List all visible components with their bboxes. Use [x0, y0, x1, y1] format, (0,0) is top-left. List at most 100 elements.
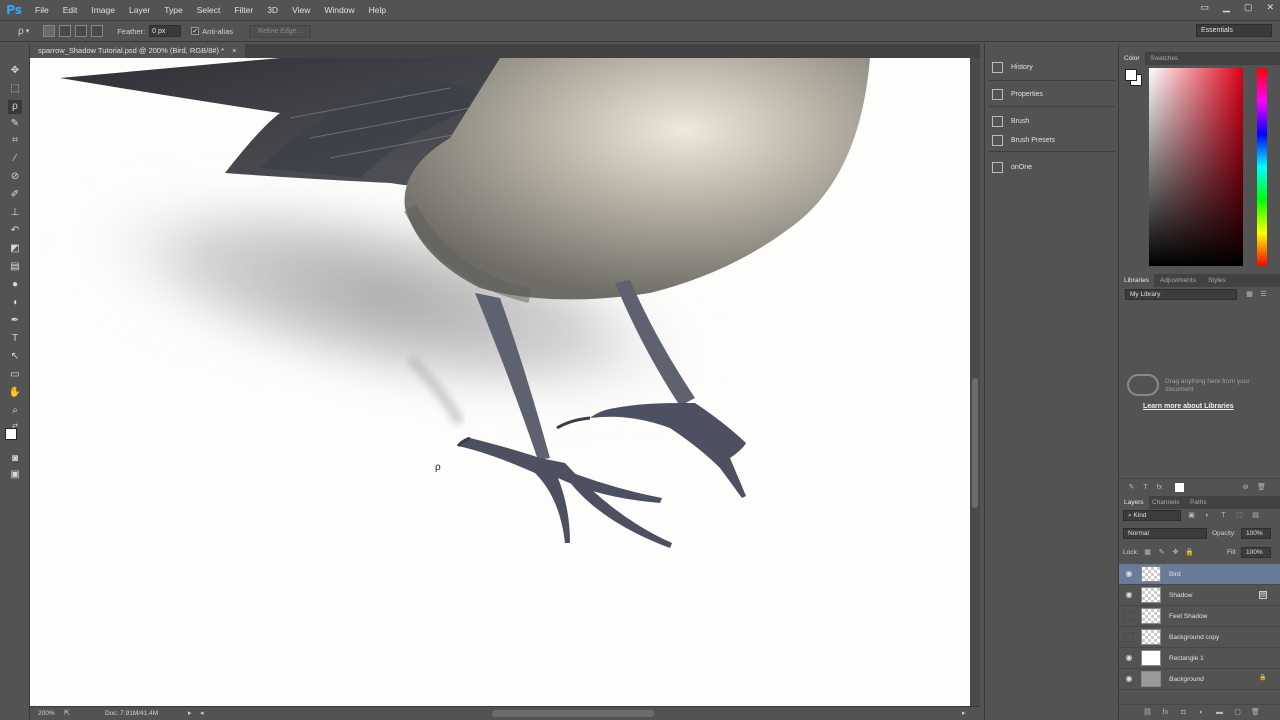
add-text-icon[interactable]: T [1141, 483, 1150, 492]
menu-edit[interactable]: Edit [56, 5, 85, 15]
fill-input[interactable]: 100% [1241, 547, 1271, 558]
visibility-eye-icon[interactable]: ◉ [1124, 674, 1134, 684]
tab-adjustments[interactable]: Adjustments [1155, 274, 1201, 287]
history-panel-button[interactable]: History [989, 58, 1115, 76]
gradient-tool-icon[interactable]: ▤ [8, 260, 22, 274]
tab-styles[interactable]: Styles [1203, 274, 1231, 287]
trash-icon[interactable]: 🗑 [1257, 483, 1266, 492]
vertical-scroll-thumb[interactable] [972, 378, 978, 508]
maximize-icon[interactable]: ▢ [1244, 2, 1253, 13]
filter-smart-object-icon[interactable]: ▤ [1251, 511, 1260, 520]
menu-file[interactable]: File [28, 5, 56, 15]
export-icon[interactable]: ⇱ [64, 709, 70, 717]
close-tab-icon[interactable]: × [232, 46, 236, 55]
menu-select[interactable]: Select [190, 5, 228, 15]
tab-paths[interactable]: Paths [1185, 496, 1212, 509]
pen-tool-icon[interactable]: ✒ [8, 314, 22, 328]
filter-pixel-icon[interactable]: ▣ [1187, 511, 1196, 520]
lock-all-icon[interactable]: 🔒 [1185, 548, 1194, 557]
play-icon[interactable]: ▸ [188, 709, 192, 717]
arrange-documents-icon[interactable]: ▭ [1201, 2, 1210, 13]
zoom-level[interactable]: 200% [38, 710, 55, 717]
add-mask-icon[interactable]: ◘ [1179, 708, 1188, 717]
tab-channels[interactable]: Channels [1147, 496, 1184, 509]
foreground-color-swatch[interactable] [5, 428, 17, 440]
horizontal-scroll-thumb[interactable] [492, 710, 654, 717]
dodge-tool-icon[interactable]: ◖ [8, 296, 22, 310]
healing-brush-tool-icon[interactable]: ⊘ [8, 170, 22, 184]
intersect-selection-icon[interactable] [91, 25, 104, 37]
menu-layer[interactable]: Layer [122, 5, 157, 15]
brush-presets-panel-button[interactable]: Brush Presets [989, 131, 1115, 149]
type-tool-icon[interactable]: T [8, 332, 22, 346]
menu-window[interactable]: Window [317, 5, 361, 15]
add-selection-icon[interactable] [59, 25, 72, 37]
feather-input[interactable]: 0 px [149, 25, 182, 37]
layer-style-icon[interactable]: fx [1161, 708, 1170, 717]
opacity-input[interactable]: 100% [1241, 528, 1271, 539]
new-selection-icon[interactable] [43, 25, 56, 37]
link-layers-icon[interactable]: ⛓ [1143, 708, 1152, 717]
add-style-icon[interactable]: fx [1155, 483, 1164, 492]
visibility-eye-icon[interactable] [1124, 632, 1134, 642]
delete-layer-icon[interactable]: 🗑 [1251, 708, 1260, 717]
add-color-icon[interactable] [1175, 483, 1184, 492]
lock-pixels-icon[interactable]: ✎ [1157, 548, 1166, 557]
new-group-icon[interactable]: ▬ [1215, 708, 1224, 717]
brush-tool-icon[interactable]: ✐ [8, 188, 22, 202]
menu-type[interactable]: Type [157, 5, 189, 15]
filter-adjustment-icon[interactable]: ◐ [1203, 511, 1212, 520]
history-brush-tool-icon[interactable]: ↶ [8, 224, 22, 238]
lock-position-icon[interactable]: ✥ [1171, 548, 1180, 557]
blend-mode-select[interactable]: Normal [1123, 528, 1207, 539]
layer-row-shadow[interactable]: ◉ Shadow ▤ [1119, 585, 1280, 606]
minimize-icon[interactable]: ▁ [1223, 2, 1230, 13]
add-graphic-icon[interactable]: ✎ [1127, 483, 1136, 492]
tab-layers[interactable]: Layers [1119, 496, 1149, 509]
scroll-left-icon[interactable]: ◂ [200, 709, 204, 717]
color-picker-field[interactable] [1149, 68, 1243, 266]
eraser-tool-icon[interactable]: ◩ [8, 242, 22, 256]
layer-filter-select[interactable]: ⌕ Kind [1123, 510, 1181, 521]
menu-filter[interactable]: Filter [227, 5, 260, 15]
foreground-color-swatch[interactable] [1125, 69, 1137, 81]
path-selection-tool-icon[interactable]: ↖ [8, 350, 22, 364]
quick-selection-tool-icon[interactable]: ✎ [8, 117, 22, 131]
lock-transparency-icon[interactable]: ▦ [1143, 548, 1152, 557]
crop-tool-icon[interactable]: ⌗ [8, 134, 22, 148]
new-adjustment-icon[interactable]: ◐ [1197, 708, 1206, 717]
library-select[interactable]: My Library [1125, 289, 1237, 300]
clone-stamp-tool-icon[interactable]: ⊥ [8, 206, 22, 220]
eyedropper-tool-icon[interactable]: ⁄ [8, 152, 22, 166]
hand-tool-icon[interactable]: ✋ [8, 386, 22, 400]
onone-panel-button[interactable]: onOne [989, 158, 1115, 176]
screen-mode-icon[interactable]: ▣ [8, 468, 22, 482]
quick-mask-icon[interactable]: ◙ [8, 452, 22, 466]
menu-view[interactable]: View [285, 5, 317, 15]
grid-view-icon[interactable]: ▦ [1245, 290, 1254, 299]
document-tab[interactable]: sparrow_Shadow Tutorial.psd @ 200% (Bird… [30, 44, 245, 58]
close-icon[interactable]: ✕ [1266, 2, 1274, 13]
list-view-icon[interactable]: ☰ [1259, 290, 1268, 299]
refine-edge-button[interactable]: Refine Edge... [249, 24, 312, 38]
new-layer-icon[interactable]: ▢ [1233, 708, 1242, 717]
brush-panel-button[interactable]: Brush [989, 112, 1115, 130]
sync-icon[interactable]: ⊚ [1241, 483, 1250, 492]
layer-row-rectangle-1[interactable]: ◉ Rectangle 1 [1119, 648, 1280, 669]
tab-libraries[interactable]: Libraries [1119, 274, 1154, 287]
scroll-right-icon[interactable]: ▸ [962, 709, 966, 717]
layer-row-bird[interactable]: ◉ Bird [1119, 564, 1280, 585]
filter-type-icon[interactable]: T [1219, 511, 1228, 520]
marquee-tool-icon[interactable]: ⬚ [8, 82, 22, 96]
blur-tool-icon[interactable]: ● [8, 278, 22, 292]
menu-help[interactable]: Help [362, 5, 393, 15]
move-tool-icon[interactable]: ✥ [8, 64, 22, 78]
learn-libraries-link[interactable]: Learn more about Libraries [1143, 403, 1273, 410]
document-canvas[interactable]: ρ [30, 58, 970, 706]
layer-row-background-copy[interactable]: Background copy [1119, 627, 1280, 648]
hue-slider[interactable] [1257, 68, 1267, 266]
chevron-down-icon[interactable]: ▾ [26, 27, 30, 35]
visibility-eye-icon[interactable] [1124, 611, 1134, 621]
subtract-selection-icon[interactable] [75, 25, 88, 37]
layer-row-background[interactable]: ◉ Background 🔒 [1119, 669, 1280, 690]
